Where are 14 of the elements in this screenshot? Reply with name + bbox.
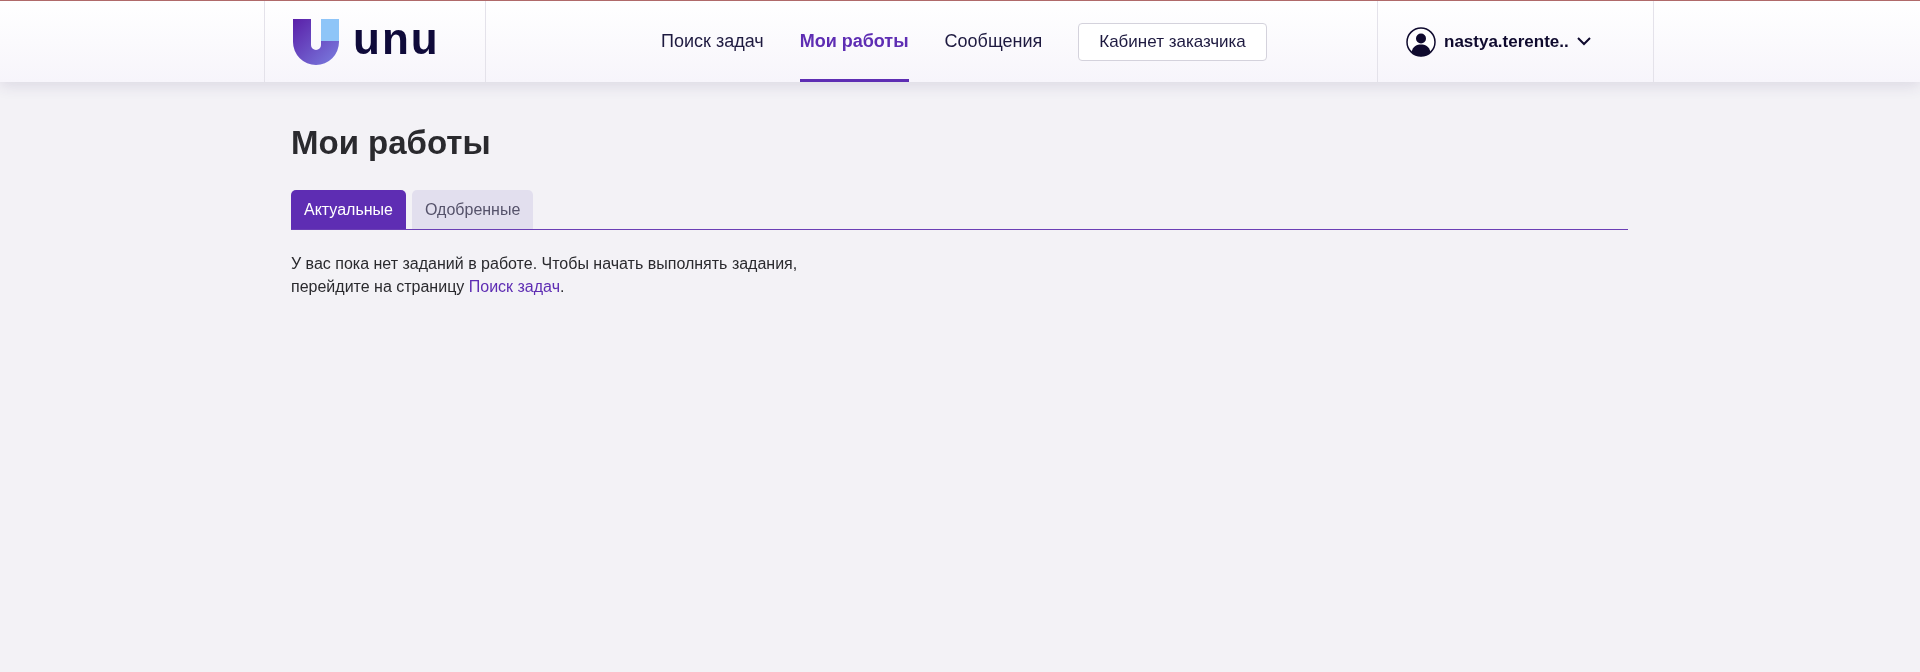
logo-wordmark[interactable]: unu <box>353 16 440 61</box>
page-title: Мои работы <box>291 124 492 162</box>
nav-link[interactable]: Поиск задач <box>661 1 764 82</box>
caret-icon <box>1576 37 1591 46</box>
search-tasks-link[interactable]: Поиск задач <box>468 278 560 295</box>
empty-message: У вас пока нет заданий в работе. Чтобы начать выполнять задания, перейдите на страницу Поиск задач. <box>291 254 799 297</box>
tab[interactable]: Актуальные <box>291 190 406 229</box>
nav-link[interactable]: Сообщения <box>944 1 1043 82</box>
tab[interactable]: Одобренные <box>412 190 534 229</box>
customer-cabinet-button[interactable]: Кабинет заказчика <box>1078 22 1267 61</box>
nav-link[interactable]: Мои работы <box>799 1 909 82</box>
avatar-icon <box>1406 26 1436 57</box>
user-menu-button[interactable]: nastya.terente.. <box>1406 26 1591 57</box>
logo-icon <box>293 18 339 65</box>
